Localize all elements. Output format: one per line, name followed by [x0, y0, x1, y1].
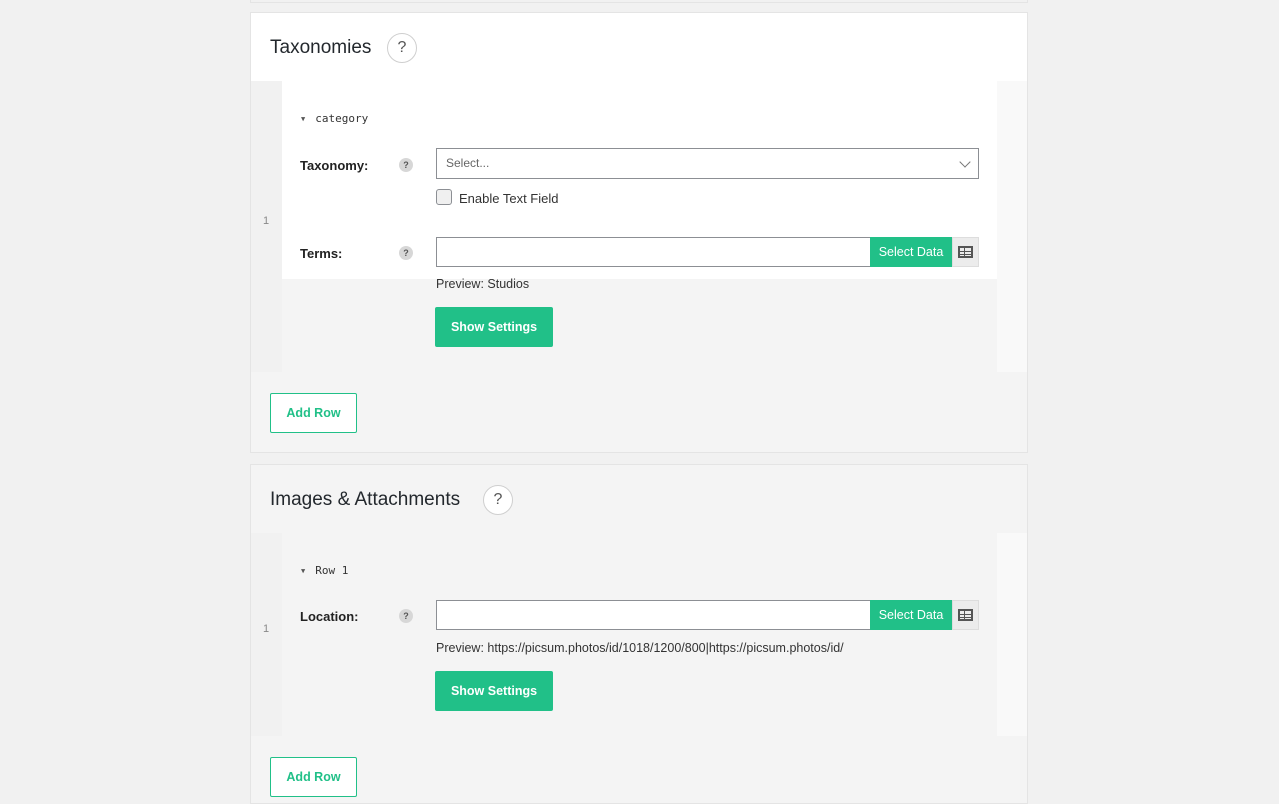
taxonomies-add-row-button[interactable]: Add Row [270, 393, 357, 433]
terms-input[interactable] [436, 237, 871, 267]
row-1-toggle[interactable]: ▼ Row 1 [301, 564, 348, 577]
taxonomies-header: Taxonomies ? [251, 13, 1027, 81]
taxonomy-row: 1 ▼ category Taxonomy: ? Select... Enable… [251, 81, 1027, 372]
caret-down-icon: ▼ [301, 115, 306, 123]
terms-label: Terms: [300, 246, 343, 261]
category-toggle[interactable]: ▼ category [301, 112, 368, 125]
row-1-toggle-label: Row 1 [315, 564, 349, 577]
location-preview: Preview: https://picsum.photos/id/1018/1… [436, 641, 844, 655]
images-add-row-button[interactable]: Add Row [270, 757, 357, 797]
taxonomy-label: Taxonomy: [300, 158, 369, 173]
category-toggle-label: category [315, 112, 369, 125]
chevron-down-icon [959, 156, 971, 168]
table-icon [958, 609, 973, 621]
taxonomy-help-icon[interactable]: ? [399, 158, 413, 172]
enable-text-field-label: Enable Text Field [459, 191, 559, 206]
location-help-icon[interactable]: ? [399, 609, 413, 623]
terms-table-button[interactable] [952, 237, 979, 267]
images-attachments-help-icon[interactable]: ? [483, 485, 513, 515]
row-number-column: 1 [251, 533, 282, 736]
enable-text-field-checkbox[interactable] [436, 189, 452, 205]
taxonomies-show-settings-button[interactable]: Show Settings [435, 307, 553, 347]
terms-preview: Preview: Studios [436, 277, 530, 291]
taxonomies-help-icon[interactable]: ? [387, 33, 417, 63]
row-actions-column [997, 81, 1027, 372]
taxonomy-select[interactable]: Select... [436, 148, 979, 179]
location-label: Location: [300, 609, 359, 624]
images-attachments-panel: Images & Attachments ? 1 ▼ Row 1 Location… [250, 464, 1028, 804]
row-number: 1 [263, 215, 270, 227]
table-icon [958, 246, 973, 258]
taxonomy-row-body: ▼ category Taxonomy: ? Select... Enable T… [282, 81, 997, 372]
location-input[interactable] [436, 600, 871, 630]
location-select-data-button[interactable]: Select Data [870, 600, 952, 630]
image-row-body: ▼ Row 1 Location: ? Select Data Preview: … [282, 533, 997, 736]
row-actions-column [997, 533, 1027, 736]
terms-help-icon[interactable]: ? [399, 246, 413, 260]
location-table-button[interactable] [952, 600, 979, 630]
row-number-column: 1 [251, 81, 282, 372]
row-number: 1 [263, 623, 270, 635]
terms-select-data-button[interactable]: Select Data [870, 237, 952, 267]
caret-down-icon: ▼ [301, 567, 306, 575]
taxonomy-select-placeholder: Select... [446, 156, 490, 170]
image-row: 1 ▼ Row 1 Location: ? Select Data Preview… [251, 533, 1027, 736]
images-attachments-title: Images & Attachments [270, 489, 461, 510]
images-attachments-header: Images & Attachments ? [251, 465, 1027, 533]
images-show-settings-button[interactable]: Show Settings [435, 671, 553, 711]
taxonomies-panel: Taxonomies ? 1 ▼ category Taxonomy: ? Sel… [250, 12, 1028, 453]
previous-panel-bottom [250, 0, 1028, 3]
taxonomies-title: Taxonomies [270, 37, 372, 58]
